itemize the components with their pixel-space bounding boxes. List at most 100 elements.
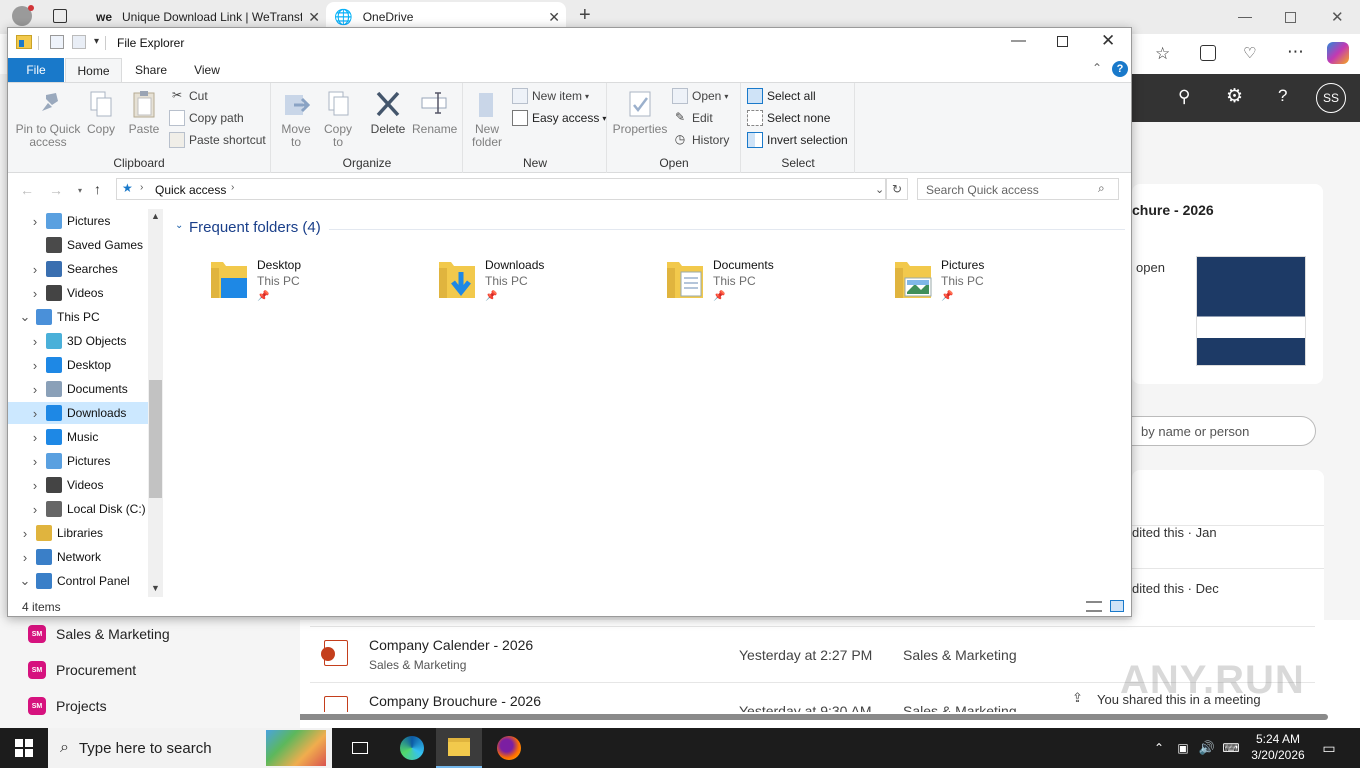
nav-item[interactable]: Saved Games xyxy=(28,234,148,256)
collapsed-chevron-icon[interactable]: › xyxy=(28,358,42,373)
details-view-icon[interactable] xyxy=(1086,601,1102,612)
site-item[interactable]: SM Sales & Marketing xyxy=(28,624,170,644)
nav-item[interactable]: › Videos xyxy=(28,474,148,496)
close-tab-icon[interactable]: ✕ xyxy=(548,9,560,26)
copilot-icon[interactable] xyxy=(1327,42,1349,64)
refresh-icon[interactable]: ↻ xyxy=(886,178,908,200)
large-icons-view-icon[interactable] xyxy=(1110,600,1124,612)
delete-button[interactable]: Delete xyxy=(370,89,406,136)
keyboard-icon[interactable]: ⌨ xyxy=(1220,728,1242,768)
tab-share[interactable]: Share xyxy=(126,58,176,82)
minimize-icon[interactable]: — xyxy=(1011,32,1026,49)
start-button[interactable] xyxy=(0,728,48,768)
folder-desktop[interactable]: Desktop This PC 📌 xyxy=(209,254,429,310)
collapsed-chevron-icon[interactable]: › xyxy=(28,478,42,493)
copy-path-button[interactable]: Copy path xyxy=(169,108,244,128)
collapsed-chevron-icon[interactable]: › xyxy=(28,334,42,349)
nav-item[interactable]: › Pictures xyxy=(28,210,148,232)
nav-item[interactable]: ⌄ This PC xyxy=(18,306,148,328)
share-network-icon[interactable]: ⚲ xyxy=(1178,87,1190,107)
address-input[interactable]: ★ › Quick access › ⌄ xyxy=(116,178,886,200)
collapsed-chevron-icon[interactable]: › xyxy=(28,214,42,229)
collapse-section-icon[interactable]: ⌄ xyxy=(175,220,183,231)
scroll-down-icon[interactable]: ▼ xyxy=(151,583,160,593)
collapsed-chevron-icon[interactable]: › xyxy=(28,502,42,517)
recent-file-card[interactable]: chure - 2026 open xyxy=(1132,184,1323,384)
nav-item[interactable]: › Documents xyxy=(28,378,148,400)
section-title[interactable]: Frequent folders (4) xyxy=(189,219,321,236)
folder-downloads[interactable]: Downloads This PC 📌 xyxy=(437,254,657,310)
paste-shortcut-button[interactable]: Paste shortcut xyxy=(169,130,266,150)
pin-to-quick-access-button[interactable]: Pin to Quick access xyxy=(13,89,83,149)
settings-gear-icon[interactable]: ⚙ xyxy=(1226,85,1243,108)
help-icon[interactable]: ? xyxy=(1112,61,1128,77)
explorer-taskbar-button[interactable] xyxy=(436,728,482,768)
collapsed-chevron-icon[interactable]: › xyxy=(18,550,32,565)
tab-home[interactable]: Home xyxy=(65,58,122,82)
edit-button[interactable]: ✎ Edit xyxy=(672,108,713,128)
folder-documents[interactable]: Documents This PC 📌 xyxy=(665,254,885,310)
back-button[interactable]: ← xyxy=(20,182,34,198)
tab-file[interactable]: File xyxy=(8,58,64,82)
nav-item[interactable]: › Downloads xyxy=(8,402,148,424)
collapsed-chevron-icon[interactable]: › xyxy=(28,454,42,469)
collections-icon[interactable] xyxy=(1200,45,1216,61)
close-icon[interactable]: ✕ xyxy=(1331,8,1344,26)
nav-item[interactable]: › Desktop xyxy=(28,354,148,376)
new-tab-button[interactable]: + xyxy=(579,4,591,27)
volume-icon[interactable]: 🔊 xyxy=(1196,728,1218,768)
nav-item[interactable]: › Libraries xyxy=(18,522,148,544)
forward-button[interactable]: → xyxy=(49,182,63,198)
nav-item[interactable]: › Searches xyxy=(28,258,148,280)
edge-taskbar-button[interactable] xyxy=(390,728,434,768)
select-none-button[interactable]: Select none xyxy=(747,108,830,128)
show-hidden-icons-icon[interactable]: ⌃ xyxy=(1148,728,1170,768)
nav-item[interactable]: › Local Disk (C:) xyxy=(28,498,148,520)
taskbar-search-input[interactable]: ⌕ Type here to search xyxy=(48,728,332,768)
history-button[interactable]: ◷ History xyxy=(672,130,730,150)
collapse-ribbon-icon[interactable]: ⌃ xyxy=(1092,61,1102,75)
qat-dropdown-icon[interactable]: ▾ xyxy=(94,36,99,47)
move-to-button[interactable]: Move to xyxy=(278,89,314,149)
invert-selection-button[interactable]: Invert selection xyxy=(747,130,848,150)
close-tab-icon[interactable]: ✕ xyxy=(308,9,320,26)
cut-button[interactable]: ✂ Cut xyxy=(169,86,208,106)
collapsed-chevron-icon[interactable]: › xyxy=(28,286,42,301)
folder-pictures[interactable]: Pictures This PC 📌 xyxy=(893,254,1113,310)
task-view-button[interactable] xyxy=(340,728,380,768)
collapsed-chevron-icon[interactable]: › xyxy=(28,430,42,445)
nav-item[interactable]: › Music xyxy=(28,426,148,448)
tab-view[interactable]: View xyxy=(182,58,232,82)
close-icon[interactable]: ✕ xyxy=(1101,31,1115,51)
nav-item[interactable]: › Pictures xyxy=(28,450,148,472)
paste-button[interactable]: Paste xyxy=(126,89,162,136)
address-dropdown-icon[interactable]: ⌄ xyxy=(875,183,884,196)
copy-to-button[interactable]: Copy to xyxy=(320,89,356,149)
nav-scrollbar[interactable]: ▲ ▼ xyxy=(148,209,163,597)
restore-icon[interactable] xyxy=(1285,12,1296,23)
select-all-button[interactable]: Select all xyxy=(747,86,816,106)
open-button[interactable]: Open ▾ xyxy=(672,86,728,106)
copy-button[interactable]: Copy xyxy=(86,89,116,136)
nav-item[interactable]: › Network xyxy=(18,546,148,568)
favorites-icon[interactable]: ☆ xyxy=(1155,44,1170,64)
new-item-button[interactable]: New item ▾ xyxy=(512,86,589,106)
rename-button[interactable]: Rename xyxy=(412,89,457,136)
minimize-icon[interactable]: — xyxy=(1238,8,1252,24)
browser-essentials-icon[interactable]: ♡ xyxy=(1243,44,1256,62)
easy-access-button[interactable]: Easy access ▾ xyxy=(512,108,606,128)
clock[interactable]: 5:24 AM 3/20/2026 xyxy=(1248,731,1308,763)
notifications-icon[interactable]: ▭ xyxy=(1314,728,1344,768)
collapsed-chevron-icon[interactable]: › xyxy=(28,382,42,397)
site-item[interactable]: SM Procurement xyxy=(28,660,136,680)
new-folder-button[interactable]: New folder xyxy=(466,89,508,149)
tab-actions-icon[interactable] xyxy=(53,9,67,23)
up-button[interactable]: ↑ xyxy=(94,181,101,197)
expanded-chevron-icon[interactable]: ⌄ xyxy=(18,309,32,325)
network-icon[interactable]: ▣ xyxy=(1172,728,1194,768)
search-input[interactable]: Search Quick access ⌕ xyxy=(917,178,1119,200)
new-folder-qat-icon[interactable] xyxy=(72,35,86,49)
nav-item[interactable]: › 3D Objects xyxy=(28,330,148,352)
collapsed-chevron-icon[interactable]: › xyxy=(18,526,32,541)
more-icon[interactable]: ⋯ xyxy=(1287,42,1304,62)
